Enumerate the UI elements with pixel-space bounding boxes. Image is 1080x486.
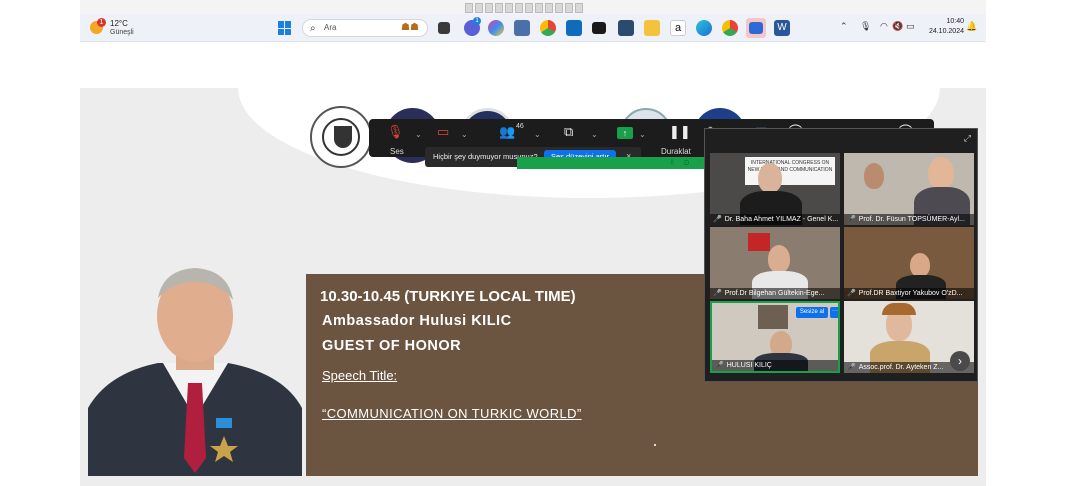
sharing-indicator-bar: ✌ ⊙ ◌ [517,157,707,169]
participant-tile-2[interactable]: 🎤 Prof. Dr. Füsun TOPSÜMER-Ayl... [844,153,974,225]
amazon-icon[interactable]: a [670,20,686,36]
copilot-icon[interactable] [488,20,504,36]
participants-chevron-icon[interactable]: ⌄ [534,130,541,139]
clock[interactable]: 10:40 24.10.2024 [918,17,964,37]
speech-title-label: Speech Title: [322,368,398,383]
speech-title: “COMMUNICATION ON TURKIC WORLD” [322,406,582,421]
chevron-right-icon: › [958,354,962,368]
video-chevron-icon[interactable]: ⌄ [461,130,468,139]
session-time: 10.30-10.45 (TURKIYE LOCAL TIME) [320,288,576,305]
battery-icon[interactable]: ▭ [906,21,915,32]
expand-icon[interactable]: ⤢ [964,133,971,144]
mic-muted-icon: 🎤 [713,290,722,297]
start-button[interactable] [278,21,292,35]
window-top-strip [80,0,986,14]
mic-muted-icon: 🎤 [713,216,722,223]
chevron-up-icon[interactable]: ⌃ [840,21,848,32]
weather-badge: 1 [97,18,106,27]
wifi-icon[interactable]: ◠ [880,21,888,32]
video-off-icon: ▭ [437,124,450,139]
mic-muted-icon: 🎤 [847,216,856,223]
chat-button[interactable]: ⧉ [564,123,573,141]
file-explorer-icon[interactable] [644,20,660,36]
mic-muted-icon: 🎤 [847,290,856,297]
app-icon-2[interactable] [618,20,634,36]
microphone-icon[interactable]: 🎙 [860,21,871,32]
chrome-icon-2[interactable] [722,20,738,36]
clock-time: 10:40 [946,18,964,25]
speaker-muted-icon[interactable]: 🔇 [892,21,903,32]
system-tray: ⌃ 🎙 ◠ 🔇 ▭ [840,20,920,36]
clock-date: 24.10.2024 [928,28,964,35]
weather-temp: 12°C [110,19,128,28]
participants-icon: 👥 [499,124,516,139]
zoom-icon-active[interactable] [746,18,766,38]
participant-tile-3[interactable]: 🎤 Prof.Dr Bilgehan Gültekin-Ege... [710,227,840,299]
mic-muted-icon: 🎤 [715,362,724,369]
chrome-icon[interactable] [540,20,556,36]
participant-tile-5-active[interactable]: Sesize al ··· 🎤 HULUSI KILIÇ [710,301,840,373]
word-icon[interactable]: W [774,20,790,36]
sharing-icon-c: ◌ [697,158,702,167]
search-placeholder: Ara [324,23,337,32]
pause-share-button[interactable]: ❚❚ [669,123,691,141]
zoom-gallery-view: ⤢ INTERNATIONAL CONGRESS ON NEW MEDIA AN… [704,128,978,382]
audio-button[interactable]: 🎙 [387,123,404,141]
chat-icon: ⧉ [564,124,574,139]
chat-chevron-icon[interactable]: ⌄ [591,130,598,139]
participant-tile-4[interactable]: 🎤 Prof.DR Baxtiyor Yakubov O'zD... [844,227,974,299]
notification-bell-icon[interactable]: 🔔 [966,21,977,32]
wall-picture [758,305,788,329]
sharing-icon-a: ✌ [669,158,676,167]
weather-widget[interactable]: 1 12°C Güneşli [90,17,160,39]
audio-label: Ses [390,147,404,156]
taskbar-search[interactable]: ⌕ Ara ☗☗ [302,19,428,37]
edge-icon[interactable] [696,20,712,36]
slide-dot [654,444,656,446]
tile-more-button[interactable]: ··· [830,307,838,318]
participant-name-3: 🎤 Prof.Dr Bilgehan Gültekin-Ege... [710,288,840,299]
gallery-header: ⤢ [705,129,977,151]
participants-count: 46 [516,123,524,130]
flag-icon [748,233,770,251]
participants-button[interactable]: 👥 [499,123,515,141]
share-chevron-icon[interactable]: ⌄ [639,130,646,139]
screen: 1 12°C Güneşli ⌕ Ara ☗☗ 1 a W ⌃ 🎙 ◠ 🔇 ▭ … [0,0,1080,486]
sharing-icon-b: ⊙ [683,158,690,167]
pause-icon: ❚❚ [669,124,691,139]
teams-badge: 1 [473,17,481,25]
dropbox-icon[interactable] [592,22,606,34]
participant-name-5: 🎤 HULUSI KILIÇ [712,360,838,371]
share-screen-icon: ↑ [617,123,633,141]
mic-muted-icon: 🎤 [847,364,856,371]
search-highlight-icon: ☗☗ [401,22,419,33]
participant-name-4: 🎤 Prof.DR Baxtiyor Yakubov O'zD... [844,288,974,299]
speaker-role: GUEST OF HONOR [322,338,462,354]
participant-name-1: 🎤 Dr. Baha Ahmet YILMAZ - Genel K... [710,214,840,225]
next-page-button[interactable]: › [950,351,970,371]
participant-tile-1[interactable]: INTERNATIONAL CONGRESS ON NEW MEDIA AND … [710,153,840,225]
taskbar: 1 12°C Güneşli ⌕ Ara ☗☗ 1 a W ⌃ 🎙 ◠ 🔇 ▭ … [80,14,986,42]
share-screen-button[interactable]: ↑ [617,123,633,141]
mic-muted-icon: 🎙 [387,124,404,139]
weather-condition: Güneşli [110,29,134,36]
window-thumbnails [465,0,665,13]
speaker-portrait [88,268,302,476]
task-view-icon[interactable] [438,22,450,34]
search-icon: ⌕ [310,23,316,34]
university-seal-logo [310,106,372,168]
speaker-name: Ambassador Hulusi KILIC [322,313,512,329]
outlook-icon[interactable] [566,20,582,36]
app-icon[interactable] [514,20,530,36]
audio-chevron-icon[interactable]: ⌄ [415,130,422,139]
participant-name-2: 🎤 Prof. Dr. Füsun TOPSÜMER-Ayl... [844,214,974,225]
unmute-button[interactable]: Sesize al [796,307,828,318]
pause-label: Duraklat [661,147,691,156]
video-button[interactable]: ▭ [437,123,449,141]
